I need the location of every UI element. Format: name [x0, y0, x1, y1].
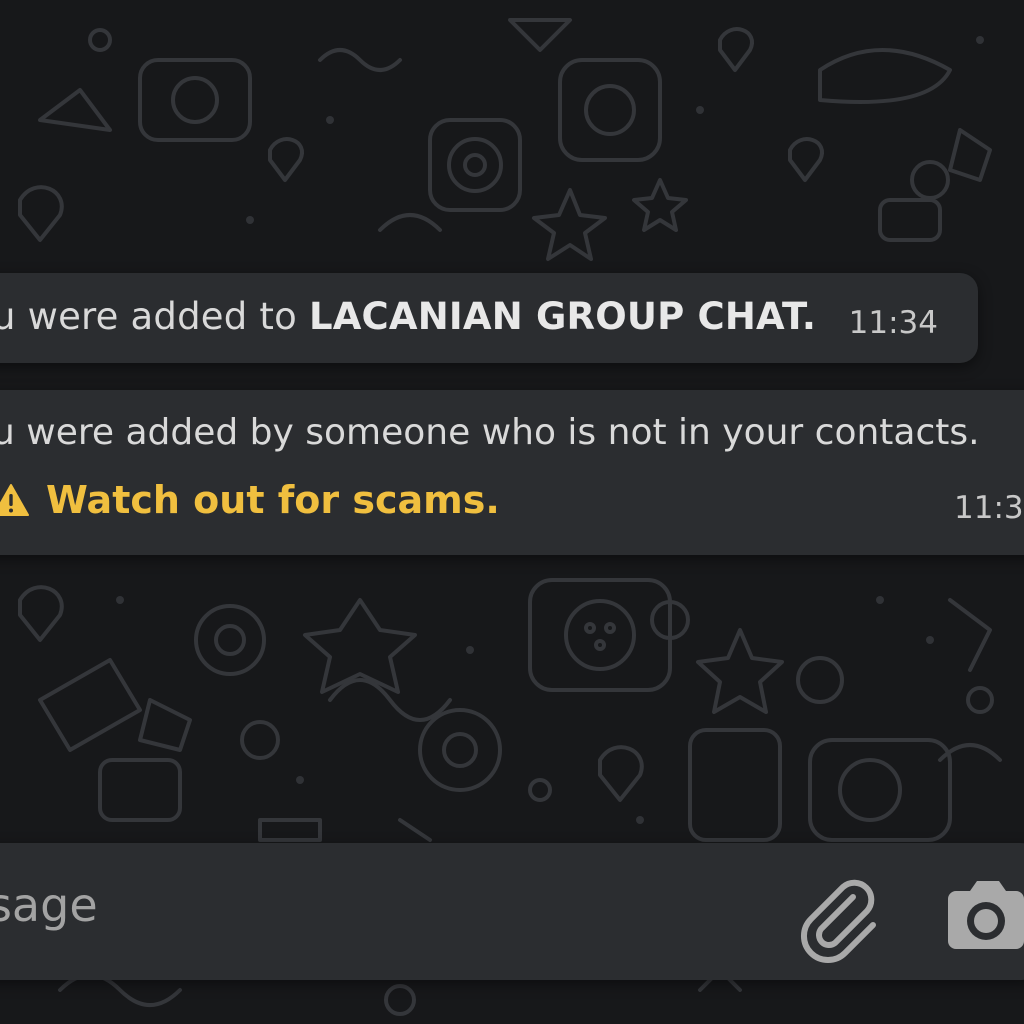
system-message-security: u were added by someone who is not in yo…	[0, 390, 1024, 555]
message-input[interactable]: ssage	[0, 878, 98, 932]
scam-warning-text: Watch out for scams.	[46, 478, 500, 522]
group-name: LACANIAN GROUP CHAT.	[308, 295, 817, 338]
warning-triangle-icon	[0, 484, 29, 516]
message-time: 11:34	[848, 305, 938, 341]
scam-warning: Watch out for scams.	[0, 478, 500, 522]
system-message-added: u were added to LACANIAN GROUP CHAT. 11:…	[0, 273, 978, 363]
message-prefix: u were added to	[0, 295, 309, 338]
system-message-text: u were added to LACANIAN GROUP CHAT.	[0, 295, 816, 338]
message-time: 11:34	[954, 490, 1024, 526]
chat-screen: u were added to LACANIAN GROUP CHAT. 11:…	[0, 0, 1024, 1024]
message-composer[interactable]: ssage	[0, 843, 1024, 980]
security-notice-text: u were added by someone who is not in yo…	[0, 412, 980, 453]
paperclip-icon[interactable]	[795, 875, 885, 965]
camera-icon[interactable]	[938, 873, 1024, 963]
